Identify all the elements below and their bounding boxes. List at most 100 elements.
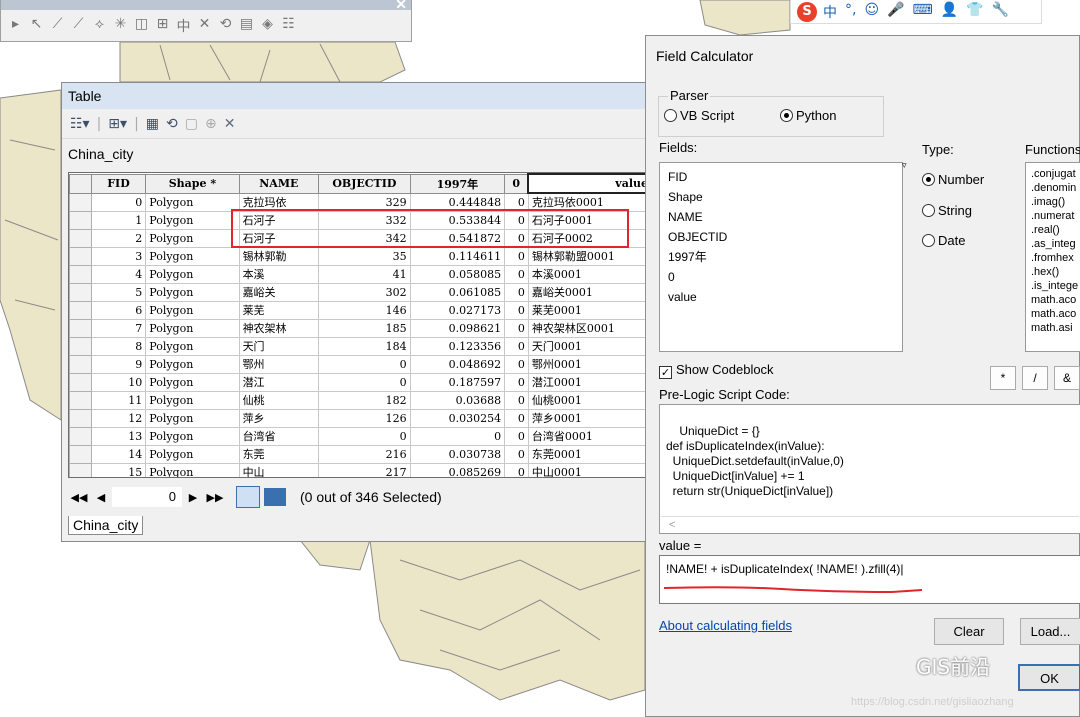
table-cell[interactable]: 天门0001 xyxy=(527,336,650,356)
table-cell[interactable]: 东莞 xyxy=(238,444,320,464)
toolbar-tool-icon[interactable]: ⊞ xyxy=(154,16,171,36)
ime-logo-icon[interactable]: S xyxy=(797,1,817,22)
and-operator-button[interactable]: & xyxy=(1054,366,1080,390)
table-cell[interactable]: 0.048692 xyxy=(409,354,506,374)
type-number-radio[interactable]: Number xyxy=(922,172,984,187)
function-list-item[interactable]: .is_intege xyxy=(1031,279,1079,293)
table-cell[interactable]: 0.123356 xyxy=(409,336,506,356)
function-list-item[interactable]: .hex() xyxy=(1031,265,1079,279)
table-cell[interactable]: 锡林郭勒 xyxy=(238,246,320,266)
table-cell[interactable]: Polygon xyxy=(145,300,240,320)
table-options-icon[interactable]: ☷▾ xyxy=(70,116,90,132)
table-cell[interactable]: 0 xyxy=(504,408,529,428)
row-selector[interactable] xyxy=(69,408,92,428)
table-cell[interactable]: 萍乡 xyxy=(238,408,320,428)
column-header[interactable]: Shape * xyxy=(145,173,240,194)
table-cell[interactable]: 0.098621 xyxy=(409,318,506,338)
table-cell[interactable]: 0 xyxy=(504,264,529,284)
last-record-button[interactable]: ▶▶ xyxy=(204,491,226,504)
related-tables-icon[interactable]: ⊞▾ xyxy=(108,116,127,132)
table-cell[interactable]: 莱芜 xyxy=(238,300,320,320)
field-list-item[interactable]: 1997年 xyxy=(668,247,894,267)
table-cell[interactable]: 中山0001 xyxy=(527,462,650,477)
show-selected-records-button[interactable] xyxy=(264,488,286,506)
table-cell[interactable]: 中山 xyxy=(238,462,320,477)
table-cell[interactable]: 1 xyxy=(90,210,147,230)
table-row[interactable]: 12 Polygon 萍乡 126 0.030254 0 萍乡0001 xyxy=(69,408,650,428)
row-selector[interactable] xyxy=(69,264,92,284)
table-cell[interactable]: 6 xyxy=(90,300,147,320)
table-cell[interactable]: Polygon xyxy=(145,246,240,266)
table-cell[interactable]: 0 xyxy=(318,354,411,374)
ime-button-icon[interactable]: 🔧 xyxy=(992,2,1009,22)
table-row[interactable]: 15 Polygon 中山 217 0.085269 0 中山0001 xyxy=(69,462,650,477)
table-cell[interactable]: Polygon xyxy=(145,390,240,410)
table-row[interactable]: 7 Polygon 神农架林 185 0.098621 0 神农架林区0001 xyxy=(69,318,650,338)
ok-button[interactable]: OK xyxy=(1018,664,1080,691)
table-cell[interactable]: 216 xyxy=(318,444,411,464)
clear-button[interactable]: Clear xyxy=(934,618,1004,645)
show-codeblock-checkbox[interactable]: ✓ Show Codeblock xyxy=(659,362,774,379)
table-cell[interactable]: 0 xyxy=(504,426,529,446)
ime-button-icon[interactable]: 👤 xyxy=(941,2,958,22)
table-cell[interactable]: 萍乡0001 xyxy=(527,408,650,428)
ime-button-icon[interactable]: °, xyxy=(845,2,856,22)
table-cell[interactable]: 5 xyxy=(90,282,147,302)
row-selector[interactable] xyxy=(69,390,92,410)
table-cell[interactable]: 12 xyxy=(90,408,147,428)
table-cell[interactable]: 仙桃 xyxy=(238,390,320,410)
multiply-operator-button[interactable]: * xyxy=(990,366,1016,390)
function-list-item[interactable]: .real() xyxy=(1031,223,1079,237)
row-selector[interactable] xyxy=(69,354,92,374)
function-list-item[interactable]: .as_integ xyxy=(1031,237,1079,251)
expression-input[interactable]: !NAME! + isDuplicateIndex( !NAME! ).zfil… xyxy=(659,555,1080,604)
table-cell[interactable]: 182 xyxy=(318,390,411,410)
table-cell[interactable]: Polygon xyxy=(145,318,240,338)
column-header[interactable]: NAME xyxy=(238,173,320,194)
row-selector[interactable] xyxy=(69,228,92,248)
load-button[interactable]: Load... xyxy=(1020,618,1080,645)
table-cell[interactable]: 0 xyxy=(504,246,529,266)
divide-operator-button[interactable]: / xyxy=(1022,366,1048,390)
row-selector[interactable] xyxy=(69,462,92,477)
select-by-attributes-icon[interactable]: ▦ xyxy=(146,116,159,132)
table-cell[interactable]: 0.061085 xyxy=(409,282,506,302)
function-list-item[interactable]: .denomin xyxy=(1031,181,1079,195)
toolbar-tool-icon[interactable]: ◫ xyxy=(133,16,150,36)
ime-button-icon[interactable]: 🎤 xyxy=(887,2,904,22)
table-cell[interactable]: Polygon xyxy=(145,372,240,392)
row-selector[interactable] xyxy=(69,246,92,266)
record-number-field[interactable]: 0 xyxy=(112,487,182,507)
table-cell[interactable]: 鄂州 xyxy=(238,354,320,374)
zoom-to-selected-icon[interactable]: ⊕ xyxy=(205,116,217,132)
table-cell[interactable]: 0 xyxy=(504,354,529,374)
table-cell[interactable]: 0 xyxy=(504,462,529,477)
table-cell[interactable]: 302 xyxy=(318,282,411,302)
table-cell[interactable]: 0 xyxy=(504,300,529,320)
table-cell[interactable]: 东莞0001 xyxy=(527,444,650,464)
table-cell[interactable]: 莱芜0001 xyxy=(527,300,650,320)
table-cell[interactable]: 天门 xyxy=(238,336,320,356)
table-cell[interactable]: 仙桃0001 xyxy=(527,390,650,410)
table-cell[interactable]: Polygon xyxy=(145,462,240,477)
ime-button-icon[interactable]: 👕 xyxy=(966,2,983,22)
table-cell[interactable]: 嘉峪关0001 xyxy=(527,282,650,302)
field-list-item[interactable]: Shape xyxy=(668,187,894,207)
function-list-item[interactable]: .conjugat xyxy=(1031,167,1079,181)
type-string-radio[interactable]: String xyxy=(922,203,972,218)
table-cell[interactable]: 潜江0001 xyxy=(527,372,650,392)
table-cell[interactable]: 7 xyxy=(90,318,147,338)
table-cell[interactable]: Polygon xyxy=(145,444,240,464)
fields-list[interactable]: FID Shape NAME OBJECTID 1997年 0 value xyxy=(659,162,903,352)
toolbar-close-icon[interactable]: ✕ xyxy=(395,0,407,13)
next-record-button[interactable]: ▶ xyxy=(182,491,204,504)
tab-china-city[interactable]: China_city xyxy=(68,516,144,535)
table-cell[interactable]: Polygon xyxy=(145,408,240,428)
table-cell[interactable]: Polygon xyxy=(145,426,240,446)
table-cell[interactable]: Polygon xyxy=(145,228,240,248)
field-list-item[interactable]: NAME xyxy=(668,207,894,227)
function-list-item[interactable]: math.asi xyxy=(1031,321,1079,335)
function-list-item[interactable]: .numerat xyxy=(1031,209,1079,223)
toolbar-tool-icon[interactable]: ⟋ xyxy=(70,16,87,36)
field-list-item[interactable]: OBJECTID xyxy=(668,227,894,247)
